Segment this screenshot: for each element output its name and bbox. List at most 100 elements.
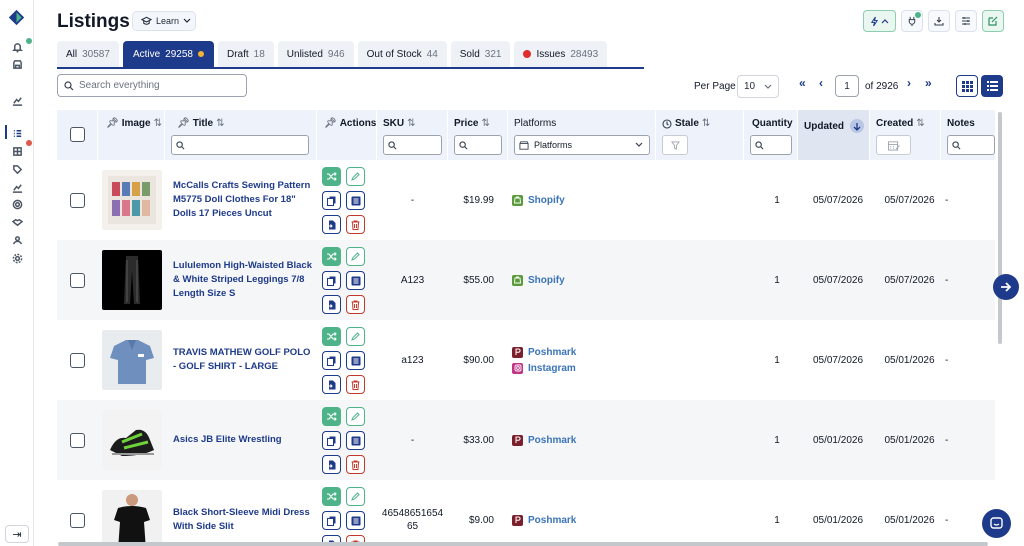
bell-icon[interactable]	[10, 40, 24, 54]
sort-icon[interactable]: ⇅	[702, 118, 710, 129]
details-button[interactable]	[346, 271, 365, 290]
notes-filter-input[interactable]	[947, 135, 995, 155]
product-image[interactable]	[101, 330, 162, 390]
grid-view-button[interactable]	[956, 75, 978, 97]
crosslist-button[interactable]	[322, 487, 341, 506]
details-button[interactable]	[346, 351, 365, 370]
tab-issues[interactable]: Issues 28493	[514, 41, 608, 67]
column-settings-button[interactable]	[955, 10, 977, 32]
row-checkbox[interactable]	[70, 512, 85, 528]
chart-icon[interactable]	[10, 180, 24, 194]
duplicate-button[interactable]	[322, 431, 341, 450]
quantity-filter-input[interactable]	[750, 135, 792, 155]
edit-button[interactable]	[346, 487, 365, 506]
platform-poshmark[interactable]: Poshmark	[512, 344, 576, 360]
support-icon[interactable]	[10, 197, 24, 211]
sort-icon[interactable]: ⇅	[481, 118, 489, 129]
grid-icon[interactable]	[10, 144, 24, 158]
listing-title[interactable]: Asics JB Elite Wrestling	[173, 433, 315, 447]
user-icon[interactable]	[10, 233, 24, 247]
select-all-checkbox[interactable]	[70, 127, 85, 142]
stale-filter-button[interactable]	[662, 135, 688, 155]
table-row[interactable]: Black Short-Sleeve Midi Dress With Side …	[57, 480, 995, 546]
created-date-filter[interactable]	[876, 135, 911, 155]
delete-button[interactable]	[346, 295, 365, 314]
per-page-select[interactable]: 10	[737, 75, 779, 98]
listing-title[interactable]: Lululemon High-Waisted Black & White Str…	[173, 259, 315, 301]
price-filter-input[interactable]	[454, 135, 502, 155]
table-row[interactable]: Asics JB Elite Wrestling - $33.00 Poshmark 1…	[57, 400, 995, 480]
product-image[interactable]	[101, 250, 162, 310]
search-input[interactable]	[79, 80, 239, 91]
edit-button[interactable]	[346, 247, 365, 266]
import-button[interactable]	[322, 375, 341, 394]
table-row[interactable]: McCalls Crafts Sewing Pattern M5775 Doll…	[57, 160, 995, 240]
edit-button[interactable]	[346, 167, 365, 186]
scroll-right-button[interactable]	[993, 274, 1019, 300]
learn-button[interactable]: Learn	[132, 11, 196, 31]
edit-button[interactable]	[346, 407, 365, 426]
platform-poshmark[interactable]: Poshmark	[512, 432, 576, 448]
last-page-icon[interactable]: »	[925, 76, 932, 90]
list-view-button[interactable]	[981, 75, 1003, 97]
import-button[interactable]	[322, 455, 341, 474]
tab-unlisted[interactable]: Unlisted 946	[277, 41, 354, 67]
crosslist-button[interactable]	[322, 247, 341, 266]
edit-button[interactable]	[346, 327, 365, 346]
table-row[interactable]: TRAVIS MATHEW GOLF POLO - GOLF SHIRT - L…	[57, 320, 995, 400]
store-icon[interactable]	[10, 57, 24, 71]
sort-desc-icon[interactable]	[850, 119, 864, 133]
tab-all[interactable]: All 30587	[57, 41, 119, 67]
product-image[interactable]	[101, 170, 162, 230]
row-checkbox[interactable]	[70, 352, 85, 368]
row-checkbox[interactable]	[70, 192, 85, 208]
details-button[interactable]	[346, 511, 365, 530]
platform-instagram[interactable]: Instagram	[512, 360, 576, 376]
analytics-icon[interactable]	[10, 93, 24, 107]
listing-title[interactable]: TRAVIS MATHEW GOLF POLO - GOLF SHIRT - L…	[173, 346, 315, 374]
create-listing-button[interactable]	[982, 10, 1004, 32]
import-button[interactable]	[322, 215, 341, 234]
sort-icon[interactable]: ⇅	[916, 118, 924, 129]
product-image[interactable]	[101, 490, 162, 546]
title-filter-input[interactable]	[171, 135, 309, 155]
platform-poshmark[interactable]: Poshmark	[512, 512, 576, 528]
duplicate-button[interactable]	[322, 351, 341, 370]
platforms-filter-select[interactable]: Platforms	[514, 135, 650, 155]
product-image[interactable]	[101, 410, 162, 470]
duplicate-button[interactable]	[322, 191, 341, 210]
delete-button[interactable]	[346, 455, 365, 474]
import-button[interactable]	[322, 295, 341, 314]
duplicate-button[interactable]	[322, 511, 341, 530]
delete-button[interactable]	[346, 375, 365, 394]
chat-button[interactable]	[982, 509, 1011, 538]
tab-sold[interactable]: Sold 321	[450, 41, 511, 67]
sort-icon[interactable]: ⇅	[216, 118, 224, 129]
platform-shopify[interactable]: Shopify	[512, 272, 565, 288]
tab-active[interactable]: Active 29258	[122, 41, 214, 67]
page-number-input[interactable]: 1	[835, 75, 859, 97]
quick-actions-button[interactable]	[863, 10, 896, 32]
first-page-icon[interactable]: «	[799, 76, 806, 90]
row-checkbox[interactable]	[70, 432, 85, 448]
sort-icon[interactable]: ⇅	[407, 118, 415, 129]
pin-icon[interactable]: 📌︎	[177, 118, 190, 129]
delete-button[interactable]	[346, 215, 365, 234]
listings-icon[interactable]	[10, 126, 24, 140]
crosslist-button[interactable]	[322, 327, 341, 346]
crosslist-button[interactable]	[322, 167, 341, 186]
listing-title[interactable]: Black Short-Sleeve Midi Dress With Side …	[173, 506, 315, 534]
pin-icon[interactable]: 📌︎	[324, 118, 337, 129]
pin-icon[interactable]: 📌︎	[106, 118, 119, 129]
crosslist-button[interactable]	[322, 407, 341, 426]
platform-shopify[interactable]: Shopify	[512, 192, 565, 208]
table-row[interactable]: Lululemon High-Waisted Black & White Str…	[57, 240, 995, 320]
next-page-icon[interactable]: ›	[907, 76, 911, 90]
listing-title[interactable]: McCalls Crafts Sewing Pattern M5775 Doll…	[173, 179, 315, 221]
download-button[interactable]	[928, 10, 950, 32]
tags-icon[interactable]	[10, 162, 24, 176]
sort-icon[interactable]: ⇅	[154, 118, 162, 129]
duplicate-button[interactable]	[322, 271, 341, 290]
app-logo-icon[interactable]	[8, 9, 25, 26]
horizontal-scrollbar[interactable]	[58, 542, 988, 546]
